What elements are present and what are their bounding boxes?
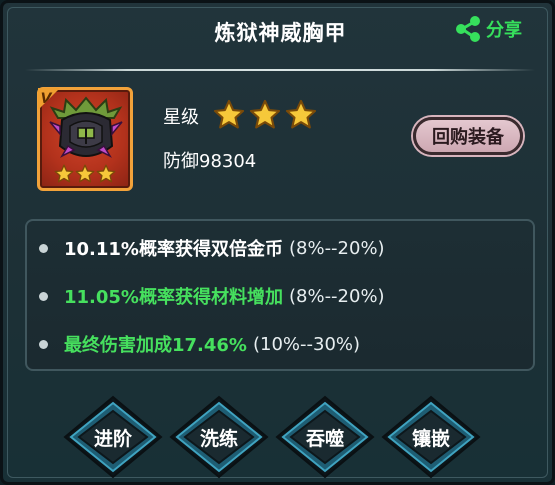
attribute-line: 10.11%概率获得双倍金币 (8%--20%) [39,235,385,261]
star-level-rating [213,99,317,131]
attribute-range: (8%--20%) [288,237,385,259]
attribute-text: 最终伤害加成17.46% [64,335,247,356]
share-label: 分享 [486,20,522,41]
star-icon [249,99,281,129]
bullet-dot [39,291,48,301]
attribute-line: 最终伤害加成17.46% (10%--30%) [39,331,360,357]
action-label: 镶嵌 [411,427,450,450]
action-label: 洗练 [199,427,238,450]
action-button[interactable]: 进阶 [63,395,163,479]
star-icon [213,99,245,129]
attribute-range: (8%--20%) [288,285,385,307]
action-label: 吞噬 [305,427,344,450]
share-icon [456,16,480,42]
star-icon [285,99,317,129]
action-button[interactable]: 洗练 [169,395,269,479]
chest-armor-icon [49,96,123,158]
action-button[interactable]: 镶嵌 [381,395,481,479]
star-level-label: 星级 [163,107,199,128]
defense-value: 防御98304 [163,151,257,172]
star-icon [54,164,74,183]
bullet-dot [39,339,48,349]
equipment-detail-panel: 炼狱神威胸甲 分享 V 星级 防御98304 回购装备 10.11%概率获得双倍… [0,0,555,485]
attribute-line: 11.05%概率获得材料增加 (8%--20%) [39,283,385,309]
attribute-range: (10%--30%) [252,333,361,355]
action-button[interactable]: 吞噬 [275,395,375,479]
title-divider [25,69,535,71]
share-button[interactable]: 分享 [454,15,522,43]
slot-star-rating [40,164,130,184]
action-button-row: 进阶 洗练 吞噬 镶嵌 [63,395,503,479]
bullet-dot [39,243,48,253]
item-icon-slot[interactable]: V [37,87,133,191]
buyback-button[interactable]: 回购装备 [413,117,523,155]
attribute-text: 10.11%概率获得双倍金币 [64,239,283,260]
attribute-text: 11.05%概率获得材料增加 [64,287,283,308]
star-icon [96,164,116,183]
attribute-list: 10.11%概率获得双倍金币 (8%--20%) 11.05%概率获得材料增加 (8%… [25,219,535,371]
action-label: 进阶 [93,427,132,450]
star-icon [75,164,95,183]
